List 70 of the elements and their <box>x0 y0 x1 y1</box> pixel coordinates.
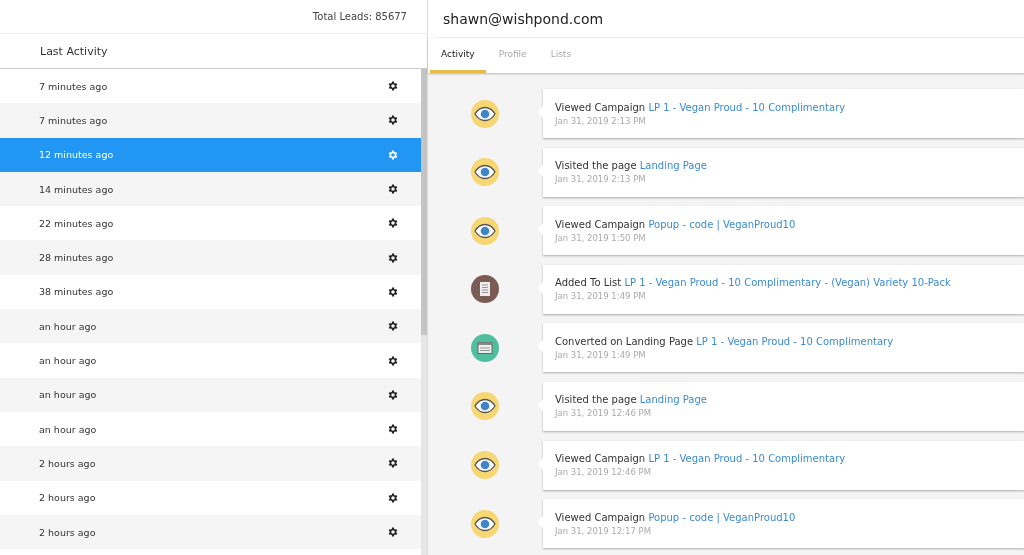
activity-time: 2 hours ago <box>39 492 96 504</box>
activity-text: Viewed Campaign Popup - code | VeganProud10 <box>555 511 797 523</box>
activity-text: Viewed Campaign LP 1 - Vegan Proud - 10 Complimentary <box>555 101 847 113</box>
lead-row[interactable]: 14 minutes ago <box>0 171 421 207</box>
settings-icon[interactable] <box>387 354 399 367</box>
settings-icon[interactable] <box>387 183 399 196</box>
eye-icon <box>471 509 499 538</box>
activity-time: an hour ago <box>39 389 97 401</box>
lead-row[interactable]: 2 hours ago <box>0 446 421 481</box>
activity-text: Converted on Landing Page LP 1 - Vegan Proud - 10 Complimentary <box>555 335 895 347</box>
total-leads: Total Leads: 85677 <box>312 11 407 22</box>
activity-link[interactable]: LP 1 - Vegan Proud - 10 Complimentary <box>696 335 894 347</box>
settings-icon[interactable] <box>387 285 399 298</box>
lead-row[interactable]: 28 minutes ago <box>0 240 421 275</box>
activity-time: 2 hours ago <box>39 457 96 469</box>
activity-text: Visited the page Landing Page <box>555 394 708 406</box>
settings-icon[interactable] <box>387 80 399 93</box>
activity-text: Visited the page Landing Page <box>555 160 708 172</box>
eye-icon <box>471 451 499 480</box>
activity-link[interactable]: LP 1 - Vegan Proud - 10 Complimentary <box>648 101 846 113</box>
lead-row[interactable]: 2 hours ago <box>0 514 421 550</box>
activity-date: Jan 31, 2019 12:46 PM <box>555 408 652 419</box>
lead-row[interactable]: an hour ago <box>0 309 421 344</box>
settings-icon[interactable] <box>387 320 399 333</box>
settings-icon[interactable] <box>387 423 399 436</box>
browser-icon <box>471 333 499 362</box>
settings-icon[interactable] <box>387 457 399 470</box>
eye-icon <box>471 99 499 128</box>
document-icon <box>471 275 499 304</box>
activity-link[interactable]: Popup - code | VeganProud10 <box>648 218 796 230</box>
activity-time: 7 minutes ago <box>39 114 108 126</box>
activity-date: Jan 31, 2019 12:17 PM <box>555 525 652 536</box>
activity-time: 7 minutes ago <box>39 80 108 92</box>
activity-link[interactable]: Landing Page <box>639 394 707 406</box>
activity-date: Jan 31, 2019 1:49 PM <box>555 349 647 360</box>
activity-time: 28 minutes ago <box>39 252 114 264</box>
activity-date: Jan 31, 2019 1:50 PM <box>555 232 647 243</box>
settings-icon[interactable] <box>387 217 399 230</box>
activity-time: an hour ago <box>39 320 97 332</box>
activity-time: 14 minutes ago <box>39 183 114 195</box>
activity-time: an hour ago <box>39 423 97 435</box>
activity-text: Viewed Campaign Popup - code | VeganProud10 <box>555 218 797 230</box>
settings-icon[interactable] <box>387 251 399 264</box>
settings-icon[interactable] <box>387 114 399 127</box>
activity-date: Jan 31, 2019 1:49 PM <box>555 291 647 302</box>
activity-text: Added To List LP 1 - Vegan Proud - 10 Complimentary - (Vegan) Variety 10-Pack <box>555 277 952 289</box>
eye-icon <box>471 392 499 421</box>
settings-icon[interactable] <box>387 388 399 401</box>
activity-date: Jan 31, 2019 2:13 PM <box>555 115 647 126</box>
eye-icon <box>471 216 499 245</box>
column-header: Last Activity <box>40 44 108 58</box>
lead-row[interactable]: 7 minutes ago <box>0 103 421 138</box>
settings-icon[interactable] <box>387 526 399 538</box>
settings-icon[interactable] <box>387 491 399 504</box>
activity-link[interactable]: LP 1 - Vegan Proud - 10 Complimentary - (Vegan) Variety 10-Pack <box>624 277 951 289</box>
activity-link[interactable]: Landing Page <box>639 160 707 172</box>
activity-time: 22 minutes ago <box>39 217 114 229</box>
activity-date: Jan 31, 2019 12:46 PM <box>555 467 652 478</box>
activity-time: 38 minutes ago <box>39 286 114 298</box>
lead-row[interactable]: an hour ago <box>0 377 421 412</box>
activity-text: Viewed Campaign LP 1 - Vegan Proud - 10 Complimentary <box>555 453 847 465</box>
activity-time: 2 hours ago <box>39 526 96 538</box>
activity-link[interactable]: Popup - code | VeganProud10 <box>648 511 796 523</box>
activity-date: Jan 31, 2019 2:13 PM <box>555 174 647 185</box>
scrollbar[interactable] <box>421 69 427 555</box>
activity-time: an hour ago <box>39 355 97 366</box>
activity-time: 12 minutes ago <box>39 149 114 161</box>
eye-icon <box>471 158 499 187</box>
lead-email: shawn@wishpond.com <box>443 10 604 27</box>
activity-link[interactable]: LP 1 - Vegan Proud - 10 Complimentary <box>648 453 846 465</box>
